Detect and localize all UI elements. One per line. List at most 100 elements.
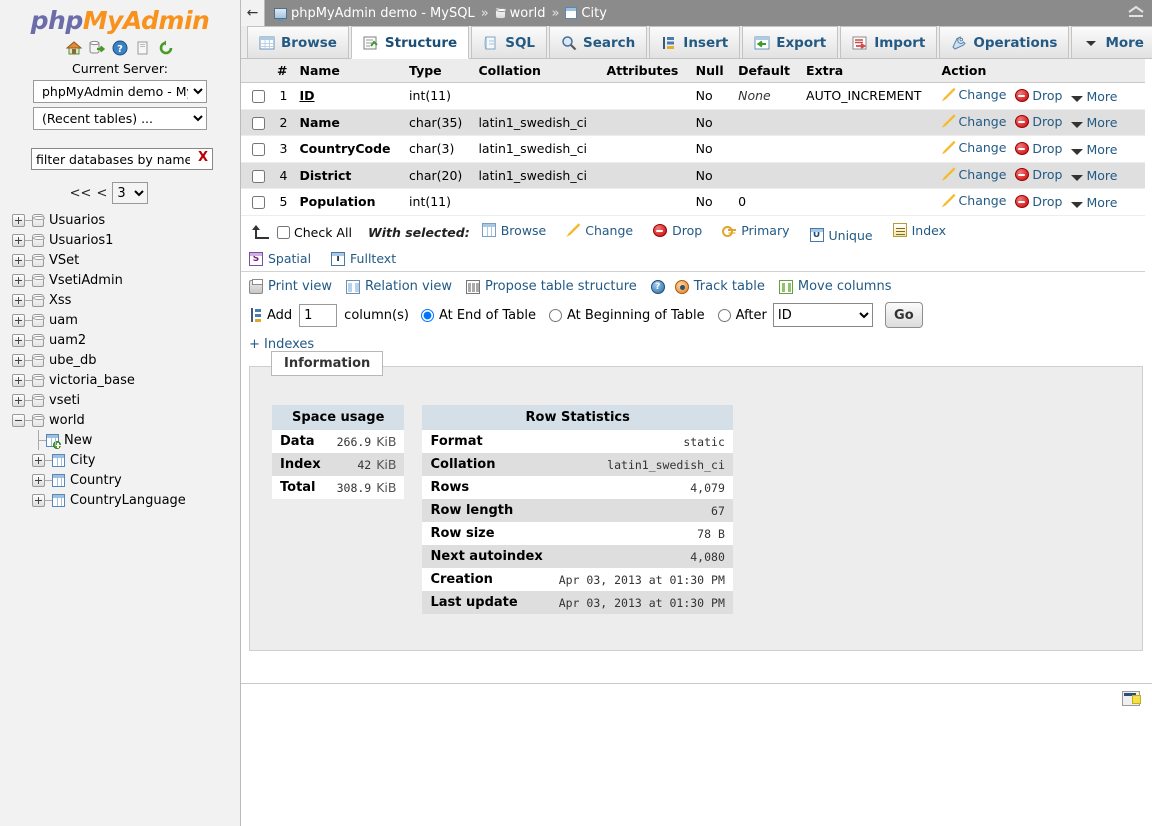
expand-node-icon[interactable] <box>12 254 25 267</box>
row-checkbox-cell[interactable] <box>241 83 271 110</box>
breadcrumb-server[interactable]: phpMyAdmin demo - MySQL <box>291 6 475 21</box>
db-tree-table-item[interactable]: CountryLanguage <box>12 490 240 510</box>
radio-after[interactable]: After <box>718 308 767 323</box>
db-tree-item[interactable]: world <box>12 410 240 430</box>
row-action-label[interactable]: More <box>1086 115 1117 130</box>
row-checkbox-cell[interactable] <box>241 109 271 136</box>
with-selected-label[interactable]: Browse <box>501 223 547 238</box>
breadcrumb-table[interactable]: City <box>581 6 606 21</box>
db-tree-label[interactable]: Usuarios1 <box>49 233 113 248</box>
table-tree-label[interactable]: CountryLanguage <box>70 493 186 508</box>
row-action-label[interactable]: Drop <box>1032 141 1062 156</box>
with-selected-label[interactable]: Drop <box>672 223 702 238</box>
database-go-icon[interactable] <box>89 40 105 56</box>
row-action-label[interactable]: Drop <box>1032 114 1062 129</box>
table-row[interactable]: 2Namechar(35)latin1_swedish_ciNoChangeDr… <box>241 109 1145 136</box>
row-action-label[interactable]: Change <box>959 193 1007 208</box>
column-name[interactable]: Name <box>293 109 403 136</box>
row-action-drop[interactable]: Drop <box>1015 167 1062 182</box>
radio-at-end-of-table[interactable]: At End of Table <box>421 308 536 323</box>
row-action-more[interactable]: More <box>1071 142 1117 157</box>
check-all-checkbox[interactable] <box>277 226 290 239</box>
row-action-change[interactable]: Change <box>942 140 1007 155</box>
after-column-select[interactable]: ID <box>773 303 873 327</box>
row-action-label[interactable]: Drop <box>1032 167 1062 182</box>
help-icon[interactable]: ? <box>112 40 128 56</box>
filter-clear-icon[interactable]: X <box>198 150 208 165</box>
collapse-node-icon[interactable] <box>12 414 25 427</box>
link-move-columns[interactable]: Move columns <box>779 279 892 294</box>
tab-insert[interactable]: Insert <box>649 26 740 58</box>
table-tree-label[interactable]: Country <box>70 473 122 488</box>
expand-node-icon[interactable] <box>32 474 45 487</box>
row-action-label[interactable]: Change <box>959 114 1007 129</box>
back-button[interactable]: ← <box>241 0 265 26</box>
row-checkbox[interactable] <box>252 143 265 156</box>
column-name[interactable]: Population <box>293 189 403 216</box>
tab-more[interactable]: More <box>1071 26 1152 58</box>
home-icon[interactable] <box>66 40 82 56</box>
link-propose-table-structure[interactable]: Propose table structure <box>466 279 637 294</box>
column-name[interactable]: CountryCode <box>293 136 403 163</box>
db-tree-item[interactable]: VsetiAdmin <box>12 270 240 290</box>
with-selected-label[interactable]: Index <box>912 223 946 238</box>
with-selected-label[interactable]: Change <box>585 223 633 238</box>
row-action-more[interactable]: More <box>1071 195 1117 210</box>
expand-node-icon[interactable] <box>12 394 25 407</box>
link-label[interactable]: Move columns <box>798 279 892 294</box>
link-label[interactable]: Relation view <box>365 279 452 294</box>
table-row[interactable]: 5Populationint(11)No0ChangeDropMore <box>241 189 1145 216</box>
with-selected-label[interactable]: Unique <box>829 228 873 243</box>
tab-sql[interactable]: SQL <box>471 26 547 58</box>
prev-page-link[interactable]: < <box>96 186 107 201</box>
expand-node-icon[interactable] <box>12 274 25 287</box>
docs-icon[interactable] <box>135 40 151 56</box>
db-tree-item[interactable]: Usuarios <box>12 210 240 230</box>
link-help[interactable]: ? <box>651 280 665 294</box>
db-tree-new-table[interactable]: New <box>12 430 240 450</box>
row-checkbox[interactable] <box>252 196 265 209</box>
radio-at-beginning-of-table[interactable]: At Beginning of Table <box>549 308 705 323</box>
filter-databases-input[interactable] <box>31 148 213 170</box>
link-label[interactable]: Propose table structure <box>485 279 637 294</box>
row-checkbox-cell[interactable] <box>241 136 271 163</box>
row-action-label[interactable]: More <box>1086 89 1117 104</box>
expand-node-icon[interactable] <box>12 354 25 367</box>
tab-browse[interactable]: Browse <box>247 26 349 58</box>
expand-node-icon[interactable] <box>12 294 25 307</box>
expand-node-icon[interactable] <box>12 234 25 247</box>
row-action-label[interactable]: Change <box>959 140 1007 155</box>
row-checkbox[interactable] <box>252 90 265 103</box>
row-checkbox[interactable] <box>252 117 265 130</box>
row-action-label[interactable]: Change <box>959 87 1007 102</box>
row-action-label[interactable]: Drop <box>1032 88 1062 103</box>
tab-export[interactable]: Export <box>742 26 838 58</box>
row-checkbox-cell[interactable] <box>241 189 271 216</box>
db-tree-label[interactable]: VSet <box>49 253 79 268</box>
with-selected-index[interactable]: Index <box>893 223 946 238</box>
recent-tables-select[interactable]: (Recent tables) ... <box>33 107 207 130</box>
row-action-more[interactable]: More <box>1071 89 1117 104</box>
row-action-drop[interactable]: Drop <box>1015 114 1062 129</box>
row-action-label[interactable]: More <box>1086 168 1117 183</box>
with-selected-primary[interactable]: Primary <box>722 223 789 238</box>
row-action-label[interactable]: Drop <box>1032 194 1062 209</box>
db-tree-item[interactable]: vseti <box>12 390 240 410</box>
db-tree-label[interactable]: uam <box>49 313 78 328</box>
row-action-drop[interactable]: Drop <box>1015 88 1062 103</box>
link-label[interactable]: Print view <box>268 279 332 294</box>
add-column-count-input[interactable] <box>299 304 337 327</box>
table-row[interactable]: 4Districtchar(20)latin1_swedish_ciNoChan… <box>241 162 1145 189</box>
column-name[interactable]: ID <box>293 83 403 110</box>
table-tree-label[interactable]: New <box>64 433 92 448</box>
column-name[interactable]: District <box>293 162 403 189</box>
expand-node-icon[interactable] <box>12 374 25 387</box>
radio-at-end-input[interactable] <box>421 309 434 322</box>
link-print-view[interactable]: Print view <box>249 279 332 294</box>
expand-node-icon[interactable] <box>12 334 25 347</box>
db-tree-label[interactable]: victoria_base <box>49 373 135 388</box>
go-button[interactable]: Go <box>885 302 923 328</box>
row-action-label[interactable]: More <box>1086 195 1117 210</box>
tab-import[interactable]: Import <box>840 26 937 58</box>
with-selected-browse[interactable]: Browse <box>482 223 547 238</box>
